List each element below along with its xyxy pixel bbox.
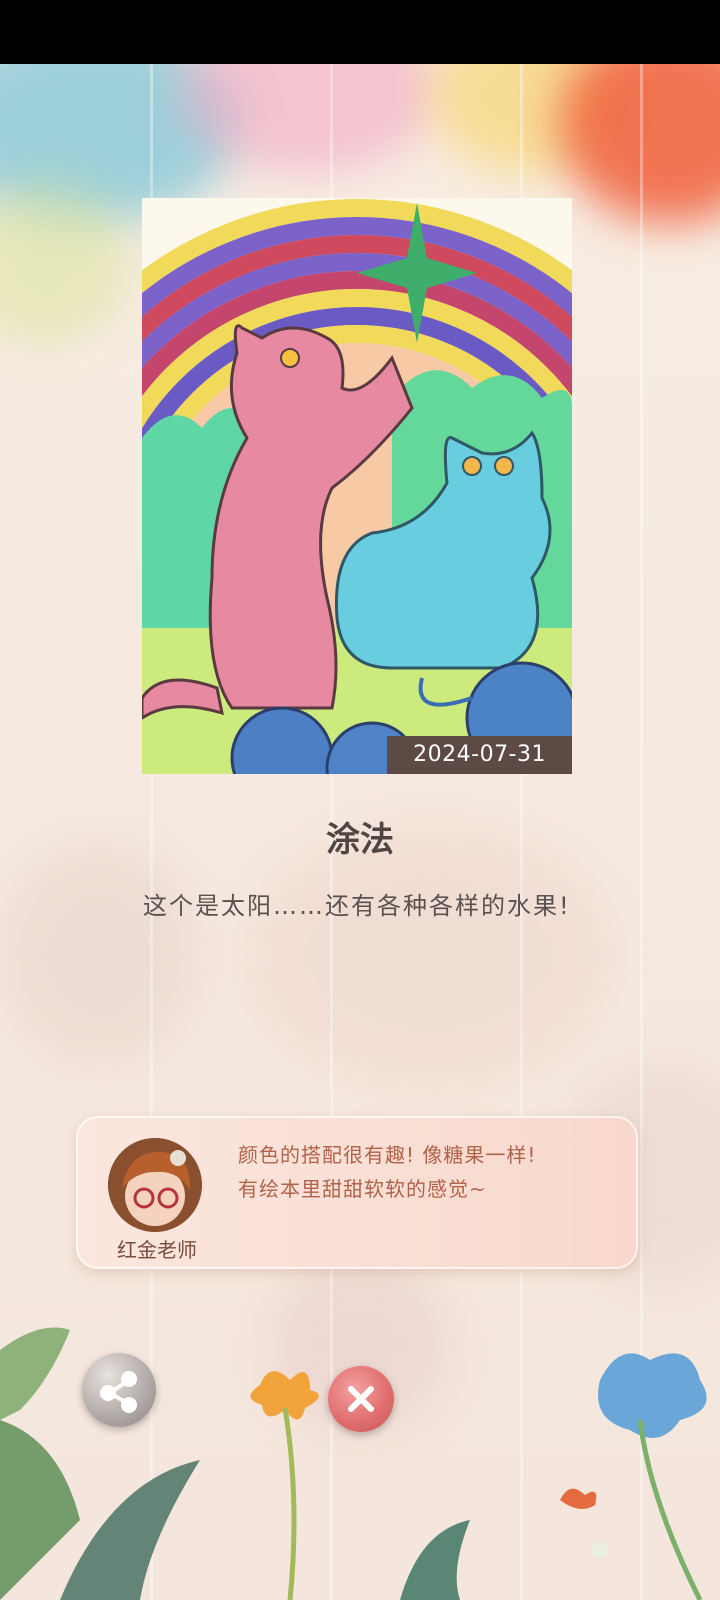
teacher-comment-text: 颜色的搭配很有趣! 像糖果一样! 有绘本里甜甜软软的感觉~ [238,1138,578,1206]
colored-artwork[interactable]: 2024-07-31 [142,198,572,774]
teacher-comment-card: 红金老师 颜色的搭配很有趣! 像糖果一样! 有绘本里甜甜软软的感觉~ [76,1116,638,1269]
share-button[interactable] [82,1353,156,1427]
artwork-description: 这个是太阳……还有各种各样的水果! [143,892,571,920]
close-button[interactable] [328,1366,394,1432]
artwork-illustration [142,198,572,774]
teacher-name: 红金老师 [117,1238,197,1262]
close-icon [348,1386,374,1412]
comment-line: 有绘本里甜甜软软的感觉~ [238,1177,487,1201]
teacher-avatar [108,1138,202,1232]
comment-line: 颜色的搭配很有趣! 像糖果一样! [238,1143,537,1167]
page-title: 涂法 [326,820,394,860]
share-icon [100,1371,137,1413]
artwork-date-tag: 2024-07-31 [387,736,572,774]
status-bar [0,0,720,64]
